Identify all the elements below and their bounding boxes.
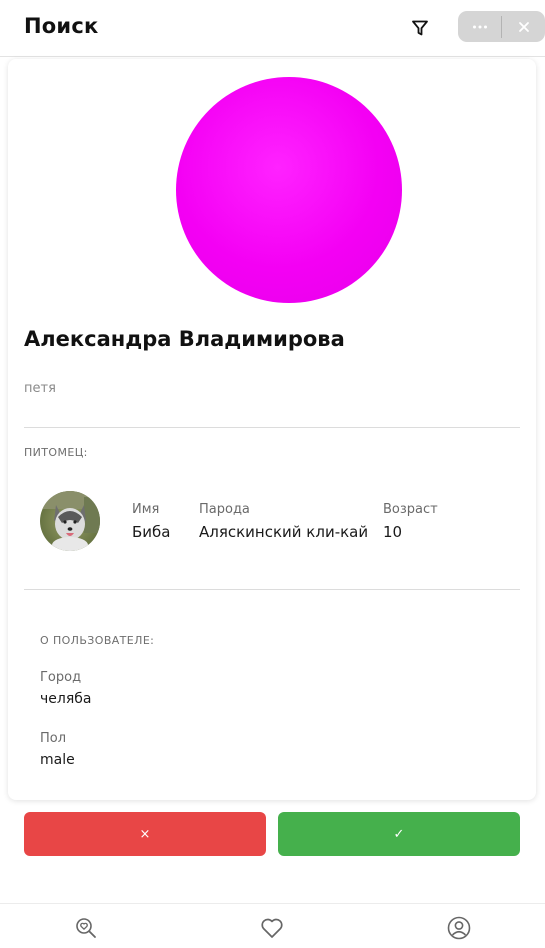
reject-label: × [139,826,151,842]
accept-button[interactable]: ✓ [278,812,520,856]
gender-label: Пол [40,731,67,746]
profile-icon [447,916,471,940]
pet-age-value: 10 [383,523,403,541]
nav-item-search[interactable] [72,914,100,942]
search-heart-icon [76,918,96,938]
nav-item-favorites[interactable] [258,914,286,942]
pet-breed-label: Парода [199,502,250,517]
gender-value: male [40,752,75,768]
funnel-icon [412,20,428,36]
close-button[interactable] [502,11,545,42]
profile-card: Александра Владимирова петя ПИТОМЕЦ: Имя… [8,59,536,800]
close-icon [518,21,529,32]
pet-breed-value: Аляскинский кли-кай [199,523,369,541]
user-avatar [176,77,402,303]
city-label: Город [40,670,82,685]
pet-photo [40,491,100,551]
more-button[interactable] [458,11,501,42]
pet-name-value: Биба [132,523,171,541]
accept-label: ✓ [393,826,405,842]
more-dots-icon [472,25,487,28]
about-section-title: О ПОЛЬЗОВАТЕЛЕ: [40,634,155,647]
pet-age-label: Возраст [383,502,438,517]
bottom-nav [0,903,545,948]
reject-button[interactable]: × [24,812,266,856]
pet-avatar [40,491,100,551]
pet-section-title: ПИТОМЕЦ: [24,446,88,459]
top-header: Поиск [0,0,545,57]
user-bio: петя [24,381,56,396]
nav-item-profile[interactable] [445,914,473,942]
page-title: Поиск [24,14,99,38]
divider [24,427,520,428]
filter-button[interactable] [408,16,432,40]
heart-icon [261,918,283,938]
pet-name-label: Имя [132,502,160,517]
mini-app-capsule [458,11,545,42]
user-name: Александра Владимирова [24,327,345,351]
city-value: челяба [40,691,92,707]
divider [24,589,520,590]
